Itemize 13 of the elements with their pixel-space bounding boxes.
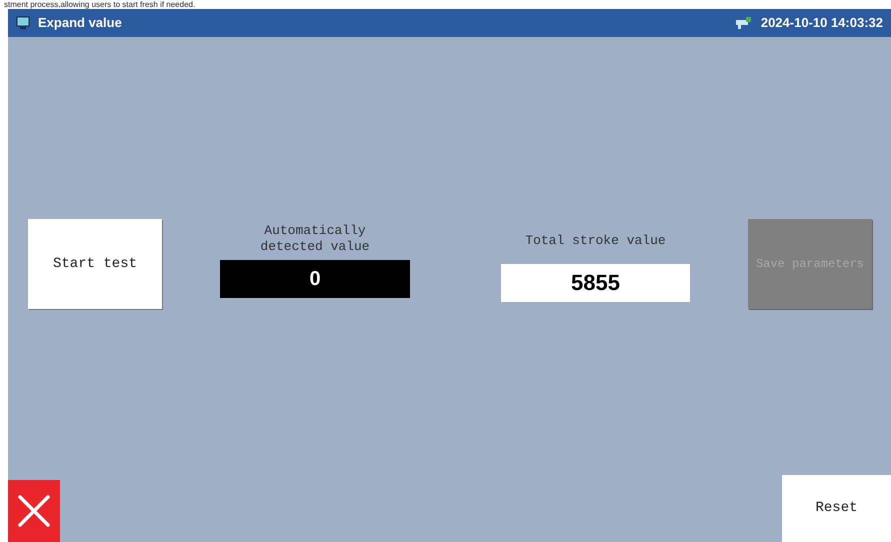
total-stroke-display: 5855 [501,264,690,302]
detected-value-label: Automatically detected value [259,223,371,255]
detected-value-display: 0 [220,260,410,298]
caption-text: stment process,allowing users to start fresh if needed. [4,0,196,9]
total-stroke-label: Total stroke value [525,232,666,250]
monitor-icon [16,16,30,30]
close-button[interactable] [8,480,60,542]
reset-button[interactable]: Reset [782,475,891,542]
datetime-text: 2024-10-10 14:03:32 [760,14,883,32]
close-icon [16,493,52,529]
window-title: Expand value [38,14,122,32]
start-test-button[interactable]: Start test [28,219,162,309]
machine-icon [734,16,753,30]
